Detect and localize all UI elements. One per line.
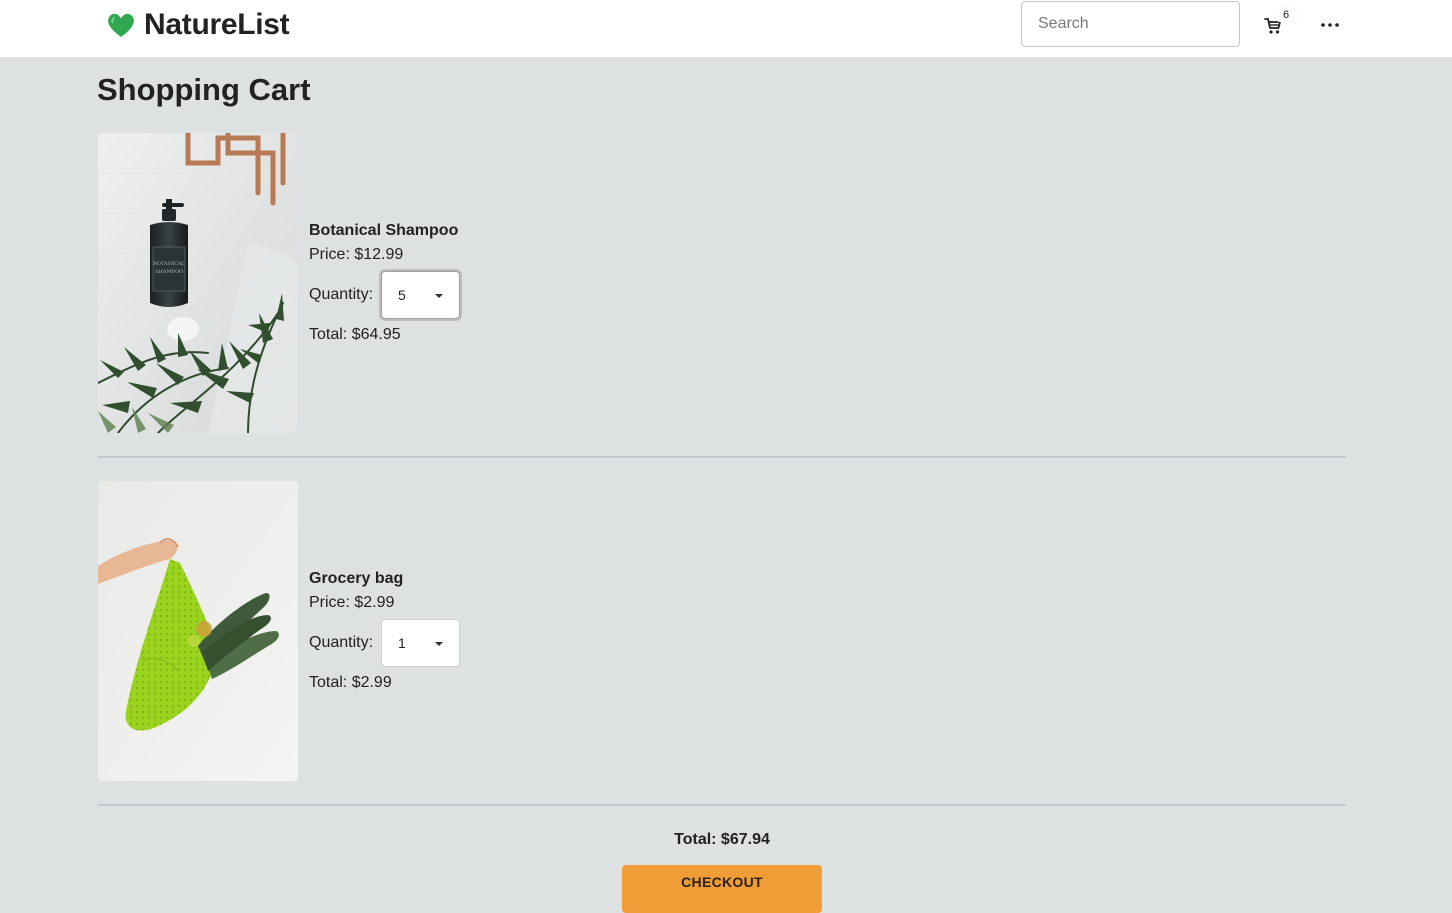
svg-text:SHAMPOO: SHAMPOO — [155, 269, 183, 275]
mesh-grocery-bag-photo — [98, 481, 298, 781]
brand-logo[interactable]: NatureList — [106, 8, 290, 42]
svg-text:BOTANICAL: BOTANICAL — [153, 261, 185, 267]
product-name: Botanical Shampoo — [309, 222, 459, 239]
more-options-button[interactable] — [1313, 8, 1347, 42]
green-heart-icon — [108, 13, 134, 37]
cart-item: BOTANICAL SHAMPOO Botanical Shampoo Pric… — [98, 133, 1346, 433]
line-total: Total: $64.95 — [309, 326, 401, 343]
product-image[interactable] — [98, 481, 298, 781]
product-name: Grocery bag — [309, 570, 404, 587]
quantity-value: 1 — [398, 635, 406, 651]
cart-grand-total: Total: $67.94 — [674, 831, 770, 848]
more-horizontal-icon — [1321, 23, 1339, 27]
divider — [98, 804, 1346, 806]
item-details: Botanical Shampoo Price: $12.99 Quantity… — [309, 221, 709, 345]
quantity-label: Quantity: — [309, 286, 374, 303]
cart-button[interactable]: 6 — [1256, 8, 1298, 44]
line-total: Total: $2.99 — [309, 674, 392, 691]
shampoo-bottle-photo: BOTANICAL SHAMPOO — [98, 133, 298, 433]
top-navbar: NatureList 6 — [0, 0, 1452, 57]
checkout-button[interactable]: CHECKOUT — [622, 865, 822, 913]
divider — [98, 456, 1346, 458]
product-price: Price: $2.99 — [309, 594, 395, 611]
quantity-label: Quantity: — [309, 634, 374, 651]
page-title: Shopping Cart — [97, 72, 311, 107]
product-image[interactable]: BOTANICAL SHAMPOO — [98, 133, 298, 433]
product-price: Price: $12.99 — [309, 246, 404, 263]
cart-item: Grocery bag Price: $2.99 Quantity: 1 Tot… — [98, 481, 1346, 781]
quantity-row: Quantity: 1 — [309, 619, 709, 667]
quantity-select[interactable]: 1 — [381, 619, 461, 667]
caret-down-icon — [435, 294, 444, 298]
quantity-row: Quantity: 5 — [309, 271, 709, 319]
item-details: Grocery bag Price: $2.99 Quantity: 1 Tot… — [309, 569, 709, 693]
quantity-value: 5 — [398, 287, 406, 303]
quantity-select[interactable]: 5 — [381, 271, 461, 319]
search-input[interactable] — [1021, 1, 1240, 47]
cart-count-badge: 6 — [1274, 8, 1298, 22]
brand-name: NatureList — [144, 8, 290, 41]
caret-down-icon — [435, 642, 444, 646]
